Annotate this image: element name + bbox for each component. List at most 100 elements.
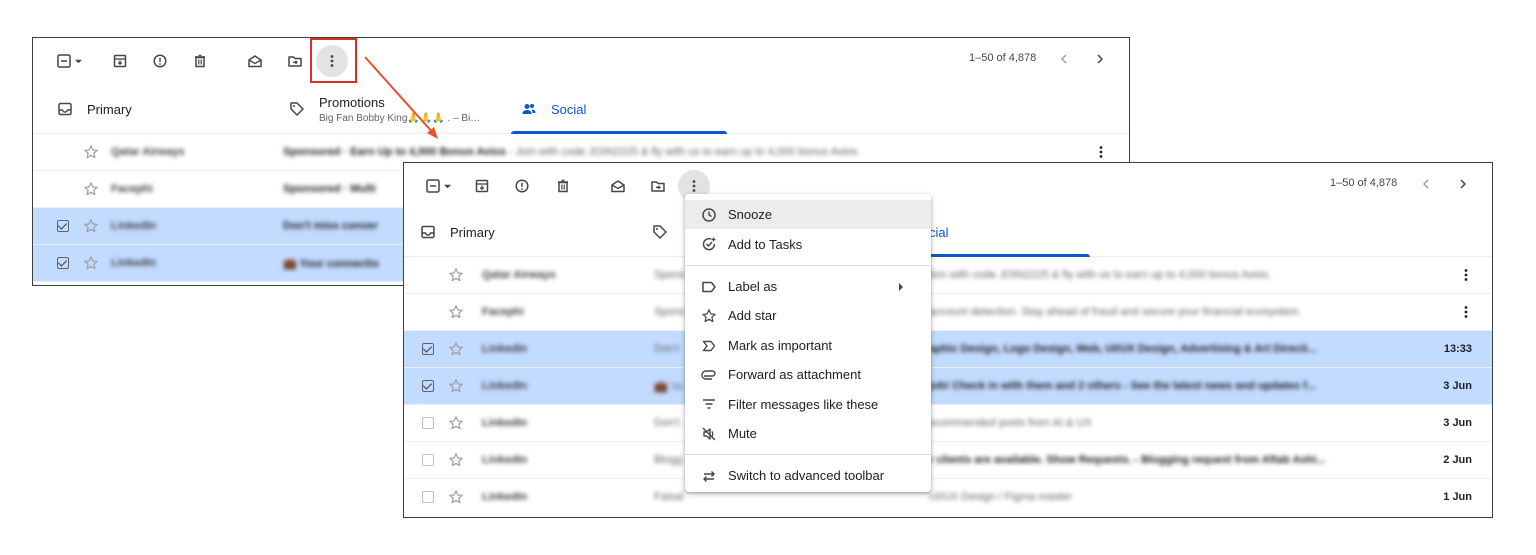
mark-as-read-icon: [610, 178, 626, 194]
menu-item-add-star[interactable]: Add star: [685, 301, 931, 330]
menu-item-label: Add to Tasks: [728, 236, 803, 252]
archive-icon: [112, 53, 128, 69]
row-checkbox[interactable]: [422, 417, 434, 429]
table-row[interactable]: Qatar Airways Spons tion with code JOIN2…: [404, 257, 1492, 294]
chevron-down-icon: [444, 183, 451, 190]
delete-icon: [192, 53, 208, 69]
archive-button[interactable]: [103, 47, 137, 75]
add-task-icon: [701, 236, 717, 252]
star-icon[interactable]: [83, 255, 99, 271]
menu-item-snooze[interactable]: Snooze: [685, 200, 931, 230]
inbox-window-after: 1–50 of 4,878 Primary cial Qatar Airways…: [403, 162, 1493, 518]
report-spam-button[interactable]: [143, 47, 177, 75]
star-icon[interactable]: [448, 452, 464, 468]
mark-as-read-button[interactable]: [601, 172, 635, 200]
row-snippet: Blogg: [654, 454, 683, 466]
tab-social[interactable]: cial: [929, 207, 949, 257]
next-page-button[interactable]: [1090, 49, 1110, 69]
row-checkbox[interactable]: [422, 343, 434, 355]
prev-page-button[interactable]: [1054, 49, 1074, 69]
menu-item-mute[interactable]: Mute: [685, 419, 931, 448]
menu-item-mark-important[interactable]: Mark as important: [685, 331, 931, 360]
star-icon[interactable]: [83, 218, 99, 234]
people-icon: [521, 101, 537, 117]
menu-item-filter-messages[interactable]: Filter messages like these: [685, 389, 931, 418]
more-icon[interactable]: [1458, 304, 1474, 320]
row-date: 2 Jun: [1443, 454, 1472, 466]
star-icon[interactable]: [83, 144, 99, 160]
mute-icon: [701, 426, 717, 442]
row-snippet-tail: ecommended posts from AI & UX: [929, 417, 1092, 429]
submenu-arrow-icon: [897, 283, 905, 291]
row-snippet: Spons: [654, 306, 686, 318]
mark-as-read-button[interactable]: [238, 47, 272, 75]
delete-button[interactable]: [183, 47, 217, 75]
menu-item-label: Mute: [728, 425, 757, 441]
menu-divider: [685, 264, 931, 266]
archive-button[interactable]: [465, 172, 499, 200]
report-spam-button[interactable]: [505, 172, 539, 200]
star-icon[interactable]: [83, 181, 99, 197]
row-checkbox[interactable]: [57, 257, 69, 269]
star-icon[interactable]: [448, 489, 464, 505]
more-icon[interactable]: [1458, 267, 1474, 283]
next-page-button[interactable]: [1453, 174, 1473, 194]
menu-item-label: Mark as important: [728, 337, 833, 353]
row-sender: Qatar Airways: [482, 269, 556, 281]
important-icon: [701, 338, 717, 354]
next-page-icon: [1457, 178, 1469, 190]
menu-divider: [685, 454, 931, 456]
report-spam-icon: [152, 53, 168, 69]
tab-primary-label: Primary: [450, 224, 495, 240]
row-sender: Facephi: [482, 306, 524, 318]
label-icon: [701, 279, 717, 295]
tab-promotions[interactable]: Promotions Big Fan Bobby King🙏🙏🙏 . – Bi…: [289, 84, 480, 134]
row-sender: LinkedIn: [482, 343, 528, 355]
star-icon[interactable]: [448, 304, 464, 320]
star-icon[interactable]: [448, 415, 464, 431]
category-tabs: Primary Promotions Big Fan Bobby King🙏🙏🙏…: [33, 84, 1129, 134]
row-checkbox[interactable]: [422, 491, 434, 503]
delete-button[interactable]: [546, 172, 580, 200]
row-snippet: Spons: [654, 269, 686, 281]
star-icon: [701, 308, 717, 324]
menu-item-label: Filter messages like these: [728, 396, 879, 412]
table-row[interactable]: LinkedIn 💼 Yo job! Check in with them an…: [404, 368, 1492, 405]
star-icon[interactable]: [448, 341, 464, 357]
menu-item-label: Switch to advanced toolbar: [728, 468, 885, 484]
select-checkbox-button[interactable]: [416, 172, 460, 200]
menu-item-label-as[interactable]: Label as: [685, 272, 931, 301]
table-row[interactable]: Facephi Spons account detection. Stay ah…: [404, 294, 1492, 331]
table-row[interactable]: LinkedIn Blogg r clients are available. …: [404, 442, 1492, 479]
menu-item-label: Snooze: [728, 207, 773, 223]
move-to-button[interactable]: [278, 47, 312, 75]
row-snippet: 💼 Yo: [654, 381, 683, 393]
menu-item-add-to-tasks[interactable]: Add to Tasks: [685, 229, 931, 258]
row-checkbox[interactable]: [422, 380, 434, 392]
tab-promotions[interactable]: [652, 207, 682, 257]
row-sender: LinkedIn: [482, 491, 528, 503]
row-checkbox[interactable]: [422, 454, 434, 466]
table-row[interactable]: LinkedIn Don't aphic Design, Logo Design…: [404, 331, 1492, 368]
tab-primary[interactable]: Primary: [420, 207, 495, 257]
row-snippet: Don't miss conver: [283, 220, 378, 232]
row-snippet: Sponsored · Multi: [283, 183, 376, 195]
menu-item-forward-attachment[interactable]: Forward as attachment: [685, 360, 931, 389]
table-row[interactable]: LinkedIn Don't ecommended posts from AI …: [404, 405, 1492, 442]
tab-primary[interactable]: Primary: [57, 84, 132, 134]
highlight-box: [310, 38, 357, 83]
select-checkbox-button[interactable]: [47, 47, 91, 75]
row-checkbox[interactable]: [57, 220, 69, 232]
tab-social[interactable]: Social: [521, 84, 586, 134]
tag-icon: [289, 101, 305, 117]
prev-page-button[interactable]: [1416, 174, 1436, 194]
move-to-button[interactable]: [641, 172, 675, 200]
tab-promotions-preview: Big Fan Bobby King🙏🙏🙏 . – Bi…: [319, 112, 481, 124]
more-icon[interactable]: [1093, 144, 1109, 160]
table-row[interactable]: LinkedIn Faisal UI/UX Design / Figma mas…: [404, 479, 1492, 516]
star-icon[interactable]: [448, 378, 464, 394]
star-icon[interactable]: [448, 267, 464, 283]
menu-item-switch-toolbar[interactable]: Switch to advanced toolbar: [685, 461, 931, 490]
prev-page-icon: [1420, 178, 1432, 190]
row-sender: LinkedIn: [482, 417, 528, 429]
